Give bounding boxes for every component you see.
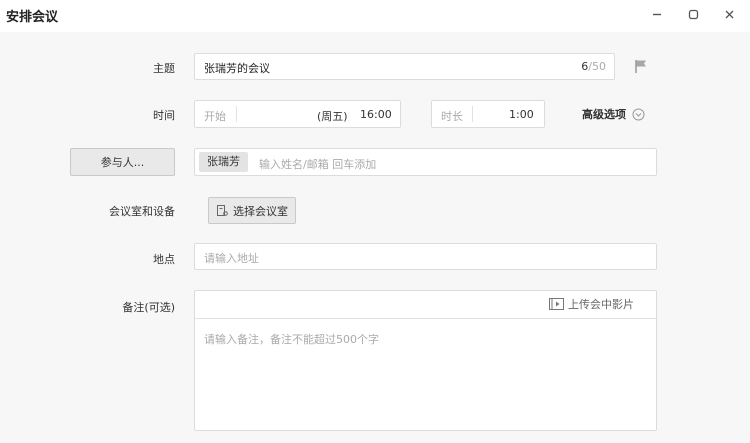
subject-input[interactable]: 张瑞芳的会议 6/50 [194,53,615,80]
duration-field[interactable]: 时长 1:00 [431,100,545,128]
location-placeholder: 请输入地址 [204,252,259,265]
start-time-field[interactable]: 开始 (周五) 16:00 [194,100,401,128]
subject-value: 张瑞芳的会议 [204,62,270,75]
participants-button[interactable]: 参与人... [70,148,175,176]
advanced-options-toggle[interactable]: 高级选项 [582,106,645,122]
participants-button-label: 参与人... [100,156,145,169]
select-room-button[interactable]: 选择会议室 [208,197,296,224]
video-upload-icon [549,298,564,310]
start-divider [236,106,237,122]
location-label: 地点 [153,253,175,266]
start-label: 开始 [204,110,226,123]
room-label: 会议室和设备 [109,205,175,218]
maximize-icon[interactable] [682,4,704,24]
chevron-down-circle-icon [632,108,645,121]
select-room-label: 选择会议室 [233,204,288,218]
subject-char-count: 6/50 [581,60,606,73]
duration-label: 时长 [441,110,463,123]
time-label: 时间 [153,109,175,122]
participant-chip[interactable]: 张瑞芳 [199,152,248,172]
window-title: 安排会议 [6,10,59,25]
notes-label: 备注(可选) [122,301,175,314]
close-icon[interactable] [718,4,740,24]
location-input[interactable]: 请输入地址 [194,243,657,270]
notes-divider [195,318,656,319]
duration-divider [472,106,473,122]
start-time-value: 16:00 [360,108,392,121]
room-icon [216,204,228,217]
notes-textarea[interactable]: 上传会中影片 请输入备注，备注不能超过500个字 [194,290,657,431]
minimize-icon[interactable] [646,4,668,24]
participants-input[interactable]: 张瑞芳 输入姓名/邮箱 回车添加 [194,148,657,176]
duration-value: 1:00 [509,108,534,121]
flag-icon[interactable] [633,58,649,74]
subject-label: 主题 [153,62,175,75]
upload-video-button[interactable]: 上传会中影片 [549,296,634,312]
start-weekday: (周五) [317,110,348,123]
upload-video-label: 上传会中影片 [568,298,634,311]
participants-placeholder: 输入姓名/邮箱 回车添加 [259,158,377,171]
title-bar: 安排会议 [0,0,750,32]
advanced-options-label: 高级选项 [582,108,626,121]
notes-placeholder: 请输入备注，备注不能超过500个字 [204,333,379,346]
